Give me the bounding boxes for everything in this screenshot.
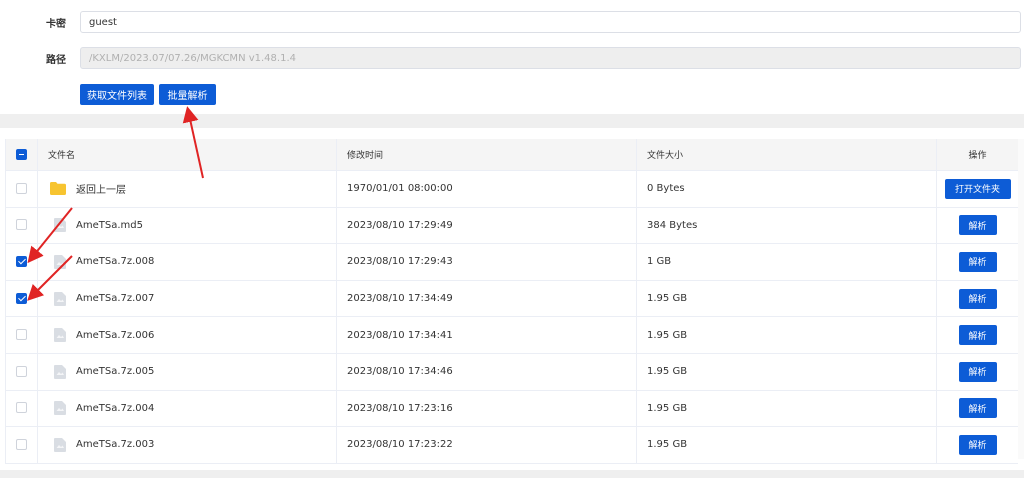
modified-time: 2023/08/10 17:23:22 — [347, 439, 453, 451]
path-row: 路径 — [0, 47, 66, 69]
row-checkbox[interactable] — [16, 438, 27, 450]
file-name: AmeTSa.7z.008 — [76, 256, 155, 268]
file-size: 1.95 GB — [647, 402, 688, 414]
file-size: 1.95 GB — [647, 439, 688, 451]
section-divider — [0, 114, 1024, 128]
file-name[interactable]: 返回上一层 — [76, 171, 126, 207]
parse-button[interactable]: 解析 — [958, 398, 997, 419]
modified-time: 1970/01/01 08:00:00 — [347, 183, 453, 195]
file-table: 文件名 修改时间 文件大小 操作 返回上一层 1970/01/01 08:00:0… — [5, 139, 1018, 464]
row-checkbox[interactable] — [16, 402, 27, 414]
column-header-time: 修改时间 — [347, 151, 384, 161]
file-icon — [54, 254, 66, 269]
column-header-action: 操作 — [968, 151, 987, 161]
parse-button[interactable]: 解析 — [958, 251, 997, 272]
folder-icon — [50, 181, 66, 195]
row-checkbox[interactable] — [16, 365, 27, 377]
card-row: 卡密 — [0, 11, 66, 33]
get-file-list-button[interactable]: 获取文件列表 — [80, 84, 154, 105]
row-checkbox[interactable] — [16, 219, 27, 231]
file-icon — [54, 437, 66, 452]
file-name: AmeTSa.7z.006 — [76, 329, 155, 341]
file-icon — [54, 328, 66, 343]
row-checkbox[interactable] — [16, 329, 27, 341]
file-icon — [54, 401, 66, 416]
table-row[interactable]: AmeTSa.7z.004 2023/08/10 17:23:16 1.95 GB 解… — [6, 390, 1018, 428]
file-name: AmeTSa.7z.004 — [76, 402, 155, 414]
table-row[interactable]: AmeTSa.7z.006 2023/08/10 17:34:41 1.95 GB 解… — [6, 317, 1018, 354]
table-scrollbar[interactable] — [1018, 139, 1024, 459]
table-row[interactable]: AmeTSa.7z.003 2023/08/10 17:23:22 1.95 GB 解… — [6, 427, 1018, 464]
row-checkbox[interactable] — [16, 292, 27, 304]
open-folder-button[interactable]: 打开文件夹 — [944, 178, 1011, 199]
file-icon — [54, 218, 66, 233]
modified-time: 2023/08/10 17:23:16 — [347, 402, 453, 414]
file-size: 384 Bytes — [647, 219, 698, 231]
modified-time: 2023/08/10 17:29:43 — [347, 256, 453, 268]
parse-button[interactable]: 解析 — [958, 215, 997, 236]
file-name: AmeTSa.7z.003 — [76, 439, 155, 451]
path-label: 路径 — [46, 54, 66, 66]
file-icon — [54, 291, 66, 306]
table-row[interactable]: 返回上一层 1970/01/01 08:00:00 0 Bytes 打开文件夹 — [6, 171, 1018, 208]
table-row[interactable]: AmeTSa.7z.008 2023/08/10 17:29:43 1 GB 解析 — [6, 244, 1018, 281]
column-header-size: 文件大小 — [647, 151, 684, 161]
card-label: 卡密 — [46, 18, 66, 30]
select-all-checkbox[interactable] — [16, 148, 27, 160]
modified-time: 2023/08/10 17:34:49 — [347, 293, 453, 305]
batch-parse-button[interactable]: 批量解析 — [159, 84, 216, 105]
bottom-band — [0, 470, 1024, 478]
table-row[interactable]: AmeTSa.md5 2023/08/10 17:29:49 384 Bytes 解析 — [6, 207, 1018, 245]
table-row[interactable]: AmeTSa.7z.007 2023/08/10 17:34:49 1.95 GB 解… — [6, 280, 1018, 318]
file-name: AmeTSa.7z.007 — [76, 293, 155, 305]
file-name: AmeTSa.7z.005 — [76, 366, 155, 378]
file-icon — [54, 364, 66, 379]
column-header-name: 文件名 — [48, 151, 76, 161]
file-size: 1.95 GB — [647, 329, 688, 341]
parse-button[interactable]: 解析 — [958, 325, 997, 346]
table-row[interactable]: AmeTSa.7z.005 2023/08/10 17:34:46 1.95 GB 解… — [6, 353, 1018, 391]
row-checkbox[interactable] — [16, 182, 27, 194]
parse-button[interactable]: 解析 — [958, 288, 997, 309]
file-size: 1.95 GB — [647, 366, 688, 378]
file-size: 1.95 GB — [647, 293, 688, 305]
parse-button[interactable]: 解析 — [958, 434, 997, 455]
file-size: 1 GB — [647, 256, 672, 268]
modified-time: 2023/08/10 17:34:41 — [347, 329, 453, 341]
file-size: 0 Bytes — [647, 183, 685, 195]
modified-time: 2023/08/10 17:34:46 — [347, 366, 453, 378]
row-checkbox[interactable] — [16, 255, 27, 267]
table-header: 文件名 修改时间 文件大小 操作 — [6, 139, 1018, 171]
modified-time: 2023/08/10 17:29:49 — [347, 219, 453, 231]
file-name: AmeTSa.md5 — [76, 219, 143, 231]
parse-button[interactable]: 解析 — [958, 361, 997, 382]
card-input[interactable]: guest — [80, 11, 1021, 33]
path-input: /KXLM/2023.07/07.26/MGKCMN v1.48.1.4 — [80, 47, 1021, 69]
